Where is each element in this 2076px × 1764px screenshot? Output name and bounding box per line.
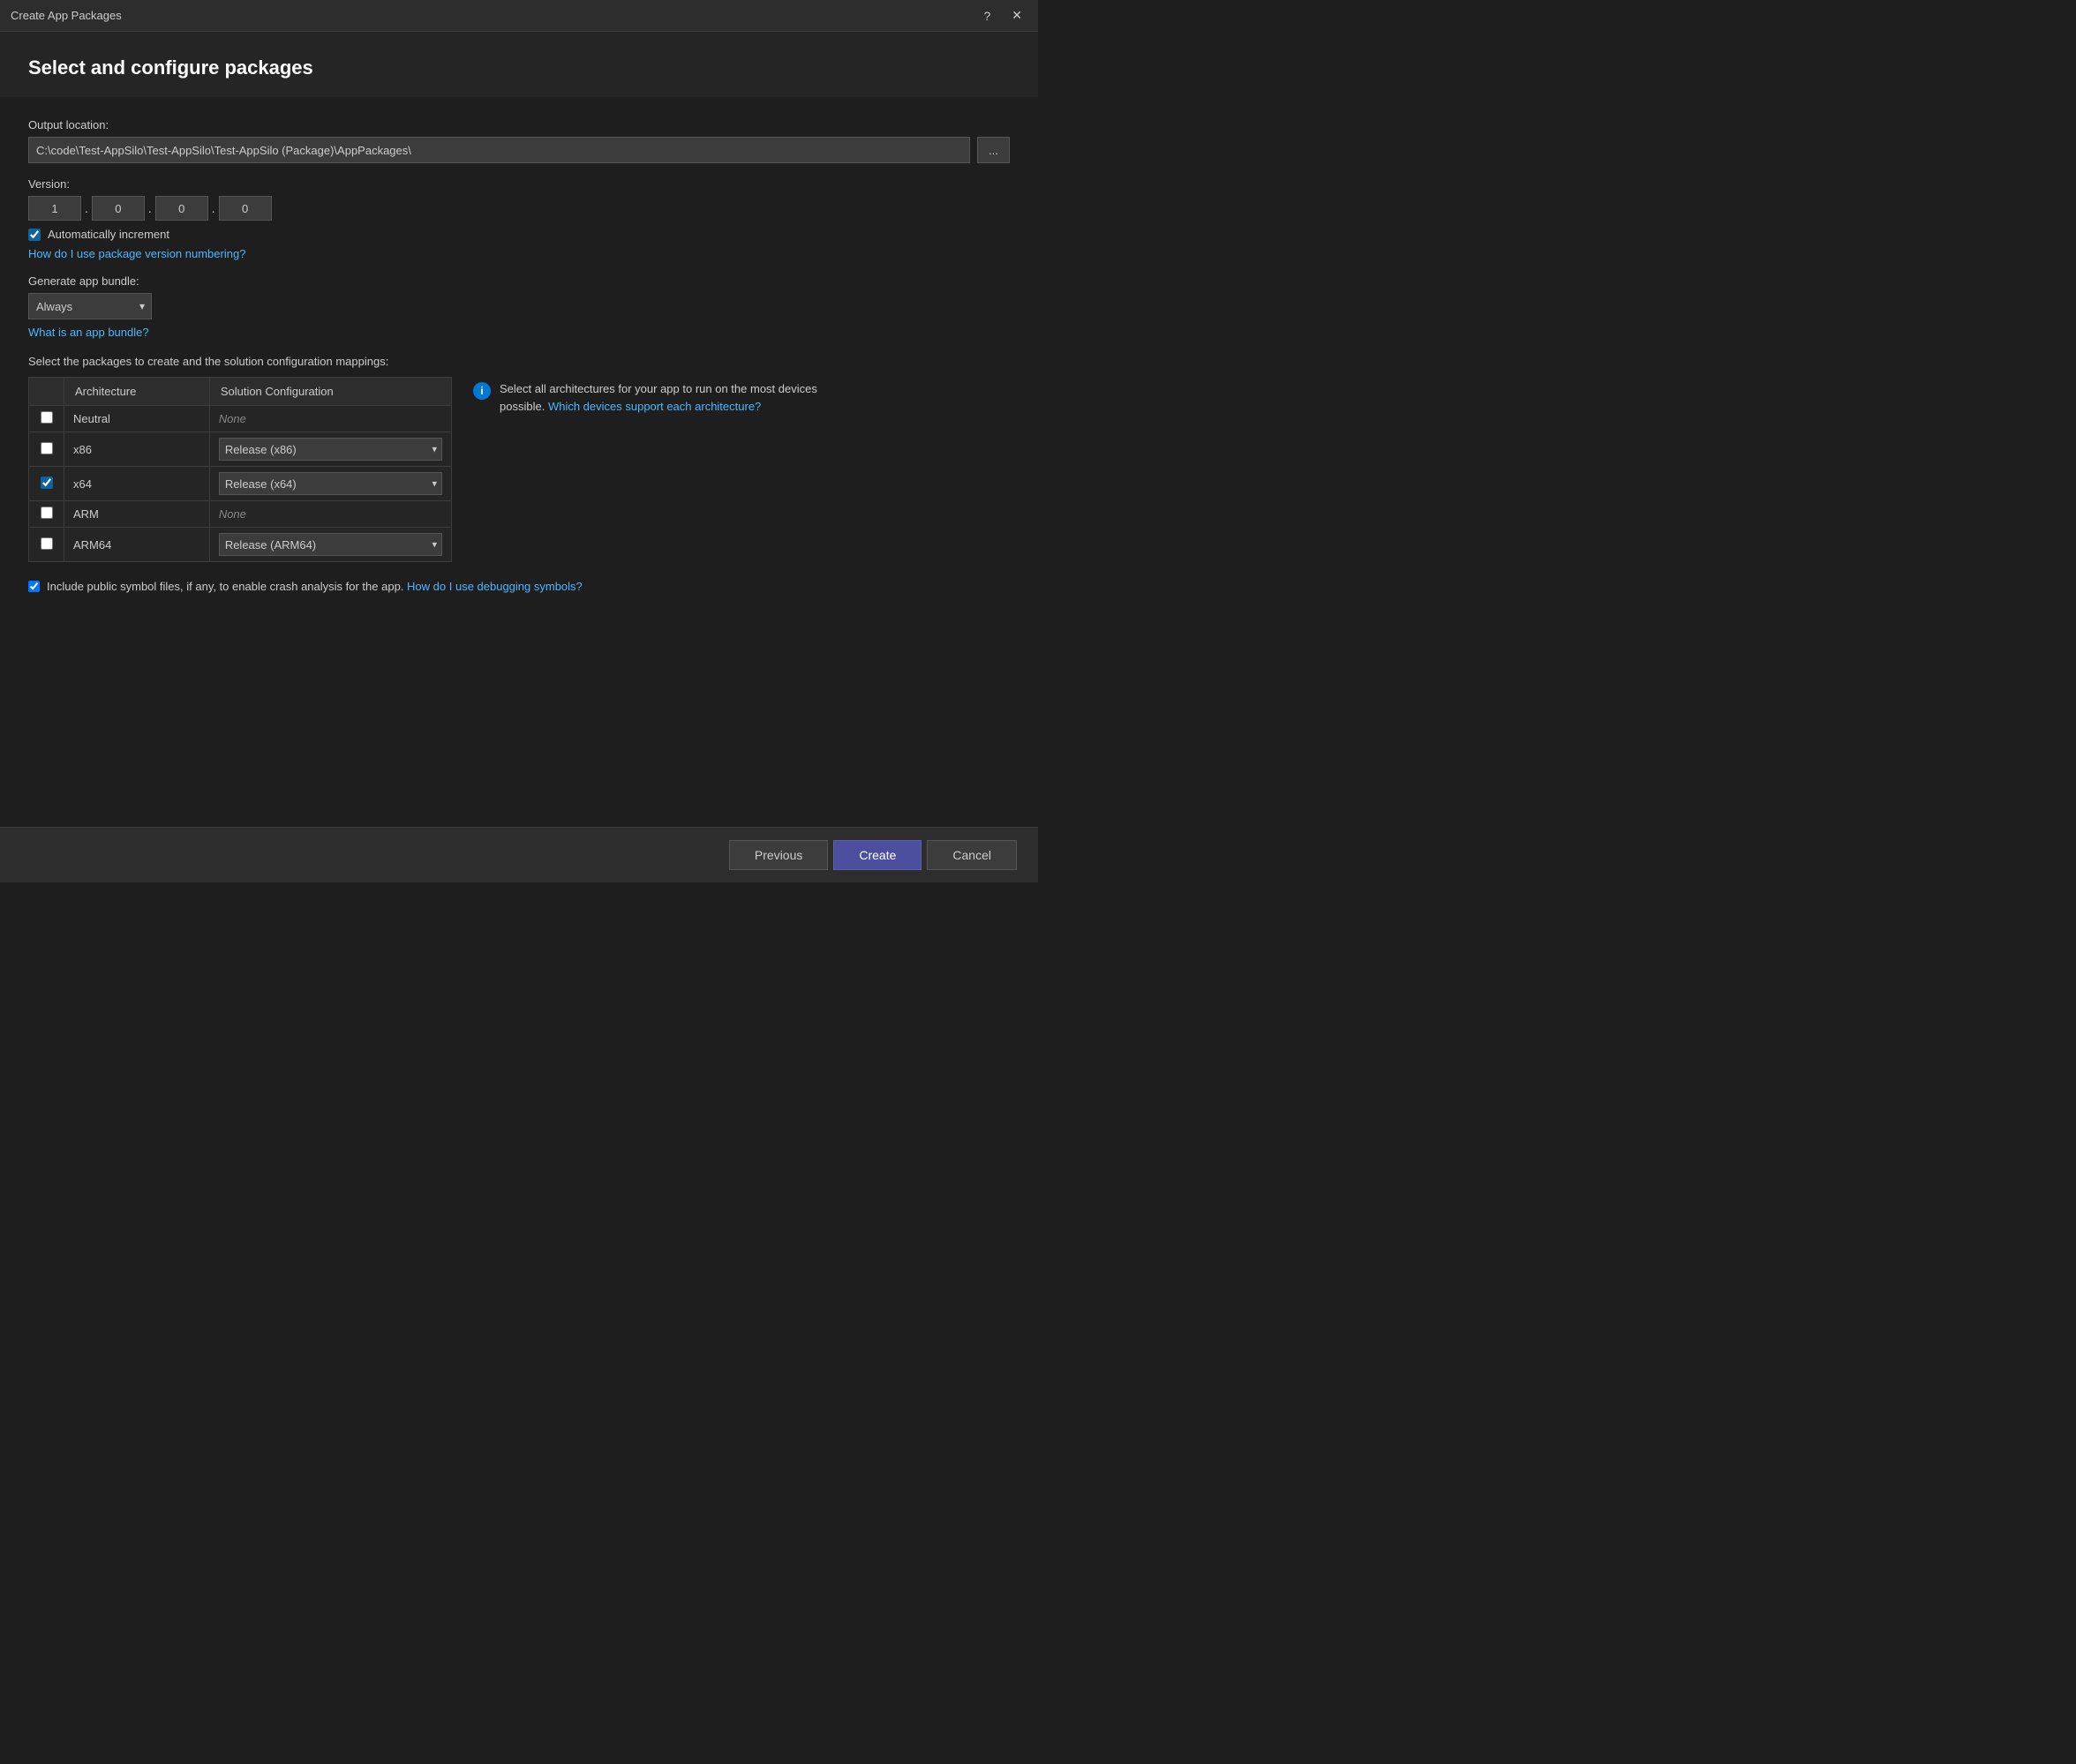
bundle-section: Generate app bundle: Always As needed Ne… — [28, 274, 1010, 339]
arch-checkbox-neutral[interactable] — [41, 411, 53, 424]
create-button[interactable]: Create — [833, 840, 921, 870]
config-select-x86[interactable]: Release (x86) Debug (x86) — [219, 438, 442, 461]
config-select-wrapper-x64: Release (x64) Debug (x64) — [219, 472, 442, 495]
checkbox-cell — [29, 432, 64, 467]
checkbox-cell — [29, 501, 64, 528]
arch-neutral: Neutral — [64, 406, 210, 432]
version-v3[interactable] — [155, 196, 208, 221]
packages-label: Select the packages to create and the so… — [28, 355, 1010, 368]
table-row: x86 Release (x86) Debug (x86) — [29, 432, 452, 467]
config-x86: Release (x86) Debug (x86) — [209, 432, 451, 467]
packages-area: Architecture Solution Configuration Neut… — [28, 377, 1010, 562]
bundle-select[interactable]: Always As needed Never — [28, 293, 152, 319]
config-select-wrapper-arm64: Release (ARM64) Debug (ARM64) — [219, 533, 442, 556]
dialog-body: Output location: ... Version: . . . Auto… — [0, 97, 1038, 614]
auto-increment-checkbox[interactable] — [28, 229, 41, 241]
bundle-label: Generate app bundle: — [28, 274, 1010, 288]
arch-arm64: ARM64 — [64, 528, 210, 562]
col-solution-config: Solution Configuration — [209, 378, 451, 406]
info-text: Select all architectures for your app to… — [500, 380, 844, 415]
arch-checkbox-arm64[interactable] — [41, 537, 53, 550]
version-v1[interactable] — [28, 196, 81, 221]
config-select-x64[interactable]: Release (x64) Debug (x64) — [219, 472, 442, 495]
version-v4[interactable] — [219, 196, 272, 221]
table-row: ARM None — [29, 501, 452, 528]
config-select-wrapper-x86: Release (x86) Debug (x86) — [219, 438, 442, 461]
close-button[interactable]: ✕ — [1006, 6, 1027, 25]
previous-button[interactable]: Previous — [729, 840, 828, 870]
config-neutral: None — [209, 406, 451, 432]
config-select-arm64[interactable]: Release (ARM64) Debug (ARM64) — [219, 533, 442, 556]
debugging-symbols-link[interactable]: How do I use debugging symbols? — [407, 580, 583, 593]
arch-checkbox-x64[interactable] — [41, 477, 53, 489]
version-v2[interactable] — [92, 196, 145, 221]
title-bar-controls: ? ✕ — [978, 6, 1027, 25]
version-link[interactable]: How do I use package version numbering? — [28, 247, 245, 260]
version-dot-3: . — [212, 201, 215, 215]
symbol-row: Include public symbol files, if any, to … — [28, 580, 1010, 593]
packages-table: Architecture Solution Configuration Neut… — [28, 377, 452, 562]
arch-x64: x64 — [64, 467, 210, 501]
auto-increment-row: Automatically increment — [28, 228, 1010, 241]
col-architecture: Architecture — [64, 378, 210, 406]
checkbox-cell — [29, 406, 64, 432]
version-inputs: . . . — [28, 196, 1010, 221]
checkbox-cell — [29, 467, 64, 501]
info-box: i Select all architectures for your app … — [473, 377, 844, 415]
arch-arm: ARM — [64, 501, 210, 528]
table-header-row: Architecture Solution Configuration — [29, 378, 452, 406]
dialog-footer: Previous Create Cancel — [0, 827, 1038, 882]
config-arm: None — [209, 501, 451, 528]
table-row: x64 Release (x64) Debug (x64) — [29, 467, 452, 501]
arch-checkbox-x86[interactable] — [41, 442, 53, 454]
config-arm64: Release (ARM64) Debug (ARM64) — [209, 528, 451, 562]
help-button[interactable]: ? — [978, 7, 996, 25]
bundle-select-wrapper: Always As needed Never — [28, 293, 152, 319]
page-title: Select and configure packages — [28, 56, 1010, 79]
output-label: Output location: — [28, 118, 1010, 131]
table-row: Neutral None — [29, 406, 452, 432]
info-icon: i — [473, 382, 491, 400]
version-label: Version: — [28, 177, 1010, 191]
version-dot-2: . — [148, 201, 152, 215]
table-row: ARM64 Release (ARM64) Debug (ARM64) — [29, 528, 452, 562]
architecture-link[interactable]: Which devices support each architecture? — [548, 400, 761, 413]
version-section: Version: . . . Automatically increment H… — [28, 177, 1010, 260]
arch-checkbox-arm[interactable] — [41, 507, 53, 519]
col-checkbox — [29, 378, 64, 406]
cancel-button[interactable]: Cancel — [927, 840, 1017, 870]
symbol-label[interactable]: Include public symbol files, if any, to … — [47, 580, 583, 593]
checkbox-cell — [29, 528, 64, 562]
auto-increment-label[interactable]: Automatically increment — [48, 228, 169, 241]
output-row: ... — [28, 137, 1010, 163]
bundle-select-row: Always As needed Never — [28, 293, 1010, 319]
output-input[interactable] — [28, 137, 970, 163]
dialog-header: Select and configure packages — [0, 32, 1038, 97]
title-bar: Create App Packages ? ✕ — [0, 0, 1038, 32]
version-dot-1: . — [85, 201, 88, 215]
browse-button[interactable]: ... — [977, 137, 1010, 163]
dialog-title: Create App Packages — [11, 9, 122, 22]
bundle-link[interactable]: What is an app bundle? — [28, 326, 149, 339]
arch-x86: x86 — [64, 432, 210, 467]
config-x64: Release (x64) Debug (x64) — [209, 467, 451, 501]
symbol-checkbox[interactable] — [28, 581, 40, 592]
